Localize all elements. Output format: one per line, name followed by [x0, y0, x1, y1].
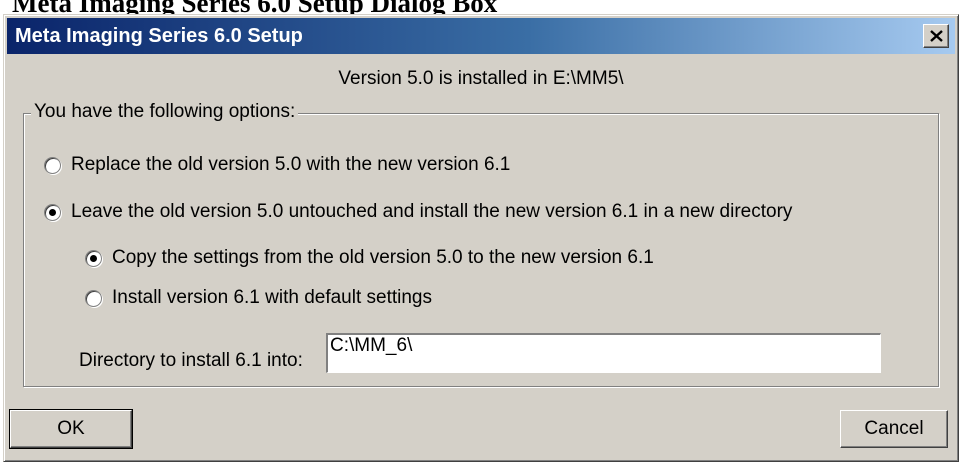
installed-version-text: Version 5.0 is installed in E:\MM5\	[338, 68, 624, 89]
radio-replace[interactable]	[44, 156, 61, 174]
setup-dialog: Meta Imaging Series 6.0 Setup Version 5.…	[3, 14, 959, 462]
radio-copy-settings[interactable]	[85, 249, 102, 267]
radio-replace-label: Replace the old version 5.0 with the new…	[71, 154, 511, 175]
title-bar[interactable]: Meta Imaging Series 6.0 Setup	[7, 18, 955, 54]
radio-default-settings-option[interactable]: Install version 6.1 with default setting…	[85, 287, 432, 309]
radio-replace-option[interactable]: Replace the old version 5.0 with the new…	[44, 154, 510, 176]
window-title: Meta Imaging Series 6.0 Setup	[15, 25, 303, 47]
options-legend: You have the following options:	[31, 101, 299, 123]
ok-button[interactable]: OK	[9, 409, 133, 449]
radio-leave[interactable]	[44, 203, 61, 221]
radio-leave-option[interactable]: Leave the old version 5.0 untouched and …	[44, 201, 792, 223]
directory-input[interactable]	[326, 333, 881, 373]
close-icon	[930, 30, 943, 42]
close-button[interactable]	[923, 24, 949, 48]
radio-copy-settings-label: Copy the settings from the old version 5…	[112, 247, 654, 268]
cancel-button[interactable]: Cancel	[840, 410, 948, 448]
options-groupbox: You have the following options: Replace …	[23, 101, 939, 387]
radio-copy-settings-option[interactable]: Copy the settings from the old version 5…	[85, 247, 654, 269]
radio-default-settings-label: Install version 6.1 with default setting…	[112, 287, 433, 308]
radio-leave-label: Leave the old version 5.0 untouched and …	[71, 201, 793, 222]
directory-label: Directory to install 6.1 into:	[79, 350, 303, 371]
page-heading: Meta Imaging Series 6.0 Setup Dialog Box	[12, 0, 498, 15]
radio-default-settings[interactable]	[85, 289, 102, 307]
